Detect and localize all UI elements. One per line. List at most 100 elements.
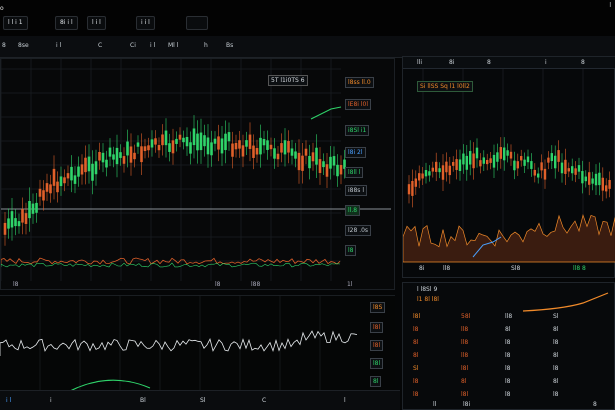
candle <box>231 143 234 157</box>
candle <box>178 134 182 140</box>
candle <box>540 162 543 171</box>
candle <box>220 138 224 154</box>
menu-item-2[interactable]: 8i i l <box>55 16 78 30</box>
order-book-cell-b: 58l <box>461 313 471 320</box>
candle <box>280 143 283 153</box>
candle <box>543 168 547 180</box>
order-book-row[interactable]: 8l ll8 l8 8l <box>405 350 614 363</box>
candle <box>238 140 241 149</box>
candle <box>49 184 52 194</box>
main-candlestick-chart[interactable]: 5T l1i0TS 6 l8ss ll.0 lE8i l0l i8Sl i1 l… <box>0 58 395 290</box>
candle <box>475 147 479 159</box>
menu-item-4[interactable]: i i l <box>136 16 155 30</box>
order-book-row[interactable]: l8l 58l ll8 Sl <box>405 311 614 324</box>
toolbar-item-1[interactable]: 8 <box>2 42 6 49</box>
order-book-cell-b: ll8 <box>461 352 469 359</box>
status-item-1[interactable]: i l <box>6 397 11 404</box>
secondary-axis-3: Sl8 <box>511 265 521 272</box>
candle <box>462 153 465 165</box>
candle <box>248 134 252 149</box>
candle <box>489 158 492 163</box>
candle <box>192 128 196 146</box>
indicator-label-1: l8S <box>370 302 386 313</box>
candle <box>105 159 108 168</box>
candle <box>182 137 185 143</box>
price-label-8: l28 .0s <box>345 225 372 236</box>
toolbar-item-8[interactable]: h <box>204 42 208 49</box>
corner-menu-icon[interactable]: l <box>609 2 611 9</box>
candle <box>35 202 38 213</box>
candle <box>516 161 519 169</box>
price-label-1: l8ss ll.0 <box>345 77 374 88</box>
candle <box>210 142 213 156</box>
order-book-row[interactable]: Sl l8l l8 l8 <box>405 363 614 376</box>
candle <box>537 173 540 178</box>
status-item-4[interactable]: Sl <box>200 397 205 404</box>
status-item-2[interactable]: i <box>50 397 52 404</box>
candle <box>7 218 10 229</box>
status-item-5[interactable]: C <box>262 397 266 404</box>
candle <box>126 141 129 156</box>
candle <box>164 130 168 146</box>
candle <box>63 177 66 184</box>
toolbar-item-2[interactable]: 8se <box>18 42 29 49</box>
candle <box>452 162 455 166</box>
candle <box>80 164 84 175</box>
order-book-cell-a: l8 <box>413 326 419 333</box>
order-book-cell-d: l8 <box>553 391 559 398</box>
order-book-row[interactable]: l8 ll8 8l 8l <box>405 324 614 337</box>
candle <box>70 166 73 181</box>
order-book-panel: l l8Sl 9 l1 8l l8l l8l 58l ll8 Sl l8 ll8 8l 8l 8… <box>402 282 615 410</box>
candle <box>411 181 414 196</box>
toolbar-item-3[interactable]: i l <box>56 42 61 49</box>
candle <box>14 218 17 227</box>
candle <box>465 155 468 170</box>
toolbar-item-4[interactable]: C <box>98 42 102 49</box>
toolbar-item-7[interactable]: Ml l <box>168 42 178 49</box>
secondary-chart-panel[interactable]: lli 8i 8 i 8 Si llSS Sq l1 l0ll2 8i ll8 … <box>402 56 615 278</box>
candle <box>594 173 598 186</box>
candle <box>157 145 161 151</box>
order-book-cell-d: l8 <box>553 339 559 346</box>
candle <box>133 152 136 160</box>
candle <box>482 157 485 164</box>
candle <box>407 184 411 195</box>
order-book-footer-3: 8 <box>593 401 597 408</box>
indicator-chart[interactable]: l8S l8l l8l l8l 8l <box>0 295 395 398</box>
candle <box>496 152 499 162</box>
candle <box>564 159 567 174</box>
order-book-row[interactable]: l8 8l l8 8l <box>405 376 614 389</box>
menu-item-1[interactable]: l l i 1 <box>3 16 28 30</box>
toolbar-item-9[interactable]: Bs <box>226 42 233 49</box>
order-book-row[interactable]: 8l ll8 l8 l8 <box>405 337 614 350</box>
candle <box>431 167 434 172</box>
status-item-6[interactable]: l <box>344 397 346 404</box>
candle <box>315 147 318 165</box>
candle <box>297 152 301 171</box>
candle <box>101 152 105 163</box>
secondary-chart-subtitle: Si llSS Sq l1 l0ll2 <box>417 81 473 92</box>
price-label-9: l8 <box>345 245 357 256</box>
candle <box>28 200 31 219</box>
candle <box>91 163 94 181</box>
top-bar: o l l i 1 8i i l l i l i i l l <box>0 0 615 36</box>
toolbar-item-5[interactable]: Ci <box>130 42 136 49</box>
candle <box>45 183 49 192</box>
order-book-row[interactable]: l8 l8l l8 l8 <box>405 389 614 402</box>
candle <box>108 147 112 157</box>
order-book-cell-a: Sl <box>413 365 419 372</box>
candle <box>87 156 91 172</box>
secondary-axis-2: ll8 <box>443 265 451 272</box>
order-book-cell-c: l8 <box>505 391 511 398</box>
status-item-3[interactable]: Bl <box>140 397 146 404</box>
candle <box>304 148 308 156</box>
toolbar-item-6[interactable]: i l <box>150 42 155 49</box>
candle <box>581 171 584 184</box>
order-book-cell-b: l8l <box>461 365 469 372</box>
candle <box>588 172 591 185</box>
chart-toolbar: 8 8se i l C Ci i l Ml l h Bs <box>0 36 615 58</box>
menu-item-3[interactable]: l i l <box>87 16 106 30</box>
indicator-label-4: l8l <box>370 358 384 369</box>
menu-item-5[interactable] <box>186 16 208 30</box>
candle <box>52 168 56 186</box>
